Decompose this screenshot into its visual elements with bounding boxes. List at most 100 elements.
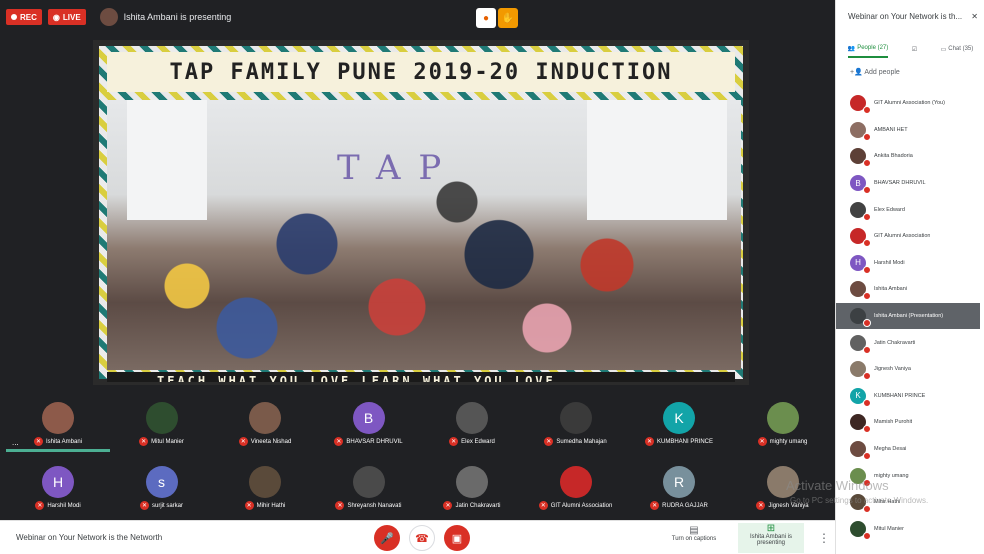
participant-tile[interactable]: ✕ Jignesh Vaniya: [731, 458, 835, 516]
mic-muted-icon: [863, 186, 871, 195]
firefox-icon[interactable]: ●: [476, 8, 496, 28]
participant-tile[interactable]: ✕ Ishita Ambani: [6, 394, 110, 452]
panel-tabs: 👥 People (27) ☑ ▭ Chat (35): [836, 40, 984, 58]
participant-list-item[interactable]: Mihir Hathi: [850, 489, 980, 516]
participant-list-item[interactable]: Ishita Ambani: [850, 276, 980, 303]
participant-name: Megha Desai: [874, 446, 907, 453]
avatar: [850, 334, 871, 354]
participant-tile[interactable]: ✕ Mitul Manier: [110, 394, 214, 452]
avatar: [456, 466, 488, 498]
people-panel: Webinar on Your Network is th... ✕ 👥 Peop…: [835, 0, 984, 554]
group-photo: TAP: [107, 100, 741, 370]
participant-list-item[interactable]: Mitul Manier: [850, 516, 980, 543]
mic-muted-icon: ✕: [335, 501, 345, 510]
participant-list-item[interactable]: Ankita Bhadoria: [850, 143, 980, 170]
tile-name-row: ✕ GIT Alumni Association: [538, 501, 612, 510]
participant-list-item[interactable]: Ishita Ambani (Presentation): [836, 302, 980, 330]
participant-list-item[interactable]: Elex Edward: [850, 196, 980, 223]
participant-list-item[interactable]: GIT Alumni Association (You): [850, 90, 980, 117]
participant-name: Harshil Modi: [47, 502, 81, 509]
present-screen-icon: ⊞: [766, 523, 776, 534]
participant-list-item[interactable]: GIT Alumni Association: [850, 223, 980, 250]
mic-muted-icon: ✕: [35, 501, 45, 510]
participant-list-item[interactable]: Jignesh Vaniya: [850, 356, 980, 383]
raise-hand-icon[interactable]: ✋: [498, 8, 518, 28]
tile-name-row: ✕ Ishita Ambani: [33, 437, 82, 446]
camera-off-button[interactable]: ▣: [444, 525, 470, 551]
add-people-button[interactable]: +👤 Add people: [850, 68, 900, 76]
tile-name-row: ✕ Sumedha Mahajan: [544, 437, 607, 446]
end-call-button[interactable]: ☎: [409, 525, 435, 551]
avatar: [850, 281, 871, 301]
mic-off-button[interactable]: 🎤: [374, 525, 400, 551]
participant-list: GIT Alumni Association (You) AMBANI HET An…: [836, 90, 980, 543]
participant-name: GIT Alumni Association (You): [874, 100, 945, 107]
people-icon: 👥: [847, 45, 856, 52]
participant-tile[interactable]: s ✕ surjit sarkar: [110, 458, 214, 516]
participant-list-item[interactable]: Jatin Chakravarti: [850, 329, 980, 356]
avatar: [559, 466, 592, 498]
avatar: [850, 201, 871, 221]
participant-name: Jignesh Vaniya: [768, 502, 809, 509]
participant-name: Sumedha Mahajan: [556, 438, 607, 445]
mic-muted-icon: ✕: [334, 437, 344, 446]
camera-off-icon: ▣: [451, 532, 463, 545]
avatar: [249, 466, 281, 498]
meeting-title[interactable]: Webinar on Your Network is the Networth: [16, 533, 162, 542]
participant-tile[interactable]: R ✕ RUDRA GAJJAR: [627, 458, 731, 516]
add-people-label: Add people: [864, 69, 900, 76]
avatar: B: [352, 402, 385, 434]
participant-list-item[interactable]: Megha Desai: [850, 436, 980, 463]
avatar: [249, 402, 281, 434]
participant-tile[interactable]: K ✕ KUMBHANI PRINCE: [627, 394, 731, 452]
participant-tile[interactable]: ✕ Sumedha Mahajan: [524, 394, 628, 452]
avatar: [145, 402, 178, 434]
participant-name: Mitul Manier: [151, 438, 184, 445]
participant-list-item[interactable]: H Harshil Modi: [850, 250, 980, 277]
live-icon: ◉: [52, 12, 60, 22]
participant-name: GIT Alumni Association: [874, 233, 931, 240]
participant-list-item[interactable]: B BHAVSAR DHRUVIL: [850, 170, 980, 197]
participant-list-item[interactable]: K KUMBHANI PRINCE: [850, 383, 980, 410]
participant-name: BHAVSAR DHRUVIL: [346, 438, 403, 445]
participant-name: Mitul Manier: [874, 525, 904, 532]
participant-list-item[interactable]: AMBANI HET: [850, 117, 980, 144]
tab-chat-label: Chat (35): [948, 46, 974, 52]
participant-tile[interactable]: ✕ Vineeta Nishad: [213, 394, 317, 452]
participant-tile[interactable]: ✕ mighty umang: [731, 394, 835, 452]
avatar: [850, 361, 871, 381]
mic-muted-icon: ✕: [449, 437, 459, 446]
presenter-avatar: [99, 8, 118, 26]
more-options-icon[interactable]: ⋮: [818, 531, 830, 545]
close-icon[interactable]: ✕: [971, 12, 978, 21]
tab-chat[interactable]: ▭ Chat (35): [941, 40, 974, 58]
mic-muted-icon: ✕: [244, 501, 254, 510]
mic-muted-icon: [863, 505, 871, 514]
avatar: H: [850, 254, 871, 274]
rec-dot-icon: [11, 14, 17, 20]
participant-name: mighty umang: [874, 472, 909, 479]
participant-tile[interactable]: ✕ GIT Alumni Association: [524, 458, 628, 516]
participant-tile[interactable]: ✕ Jatin Chakravarti: [420, 458, 524, 516]
participant-tile[interactable]: B ✕ BHAVSAR DHRUVIL: [317, 394, 421, 452]
participant-list-item[interactable]: Mamish Purohit: [850, 409, 980, 436]
mic-muted-icon: [863, 319, 871, 328]
mic-muted-icon: [863, 372, 871, 381]
presenting-label: Ishita Ambani is presenting: [749, 534, 793, 546]
participant-tile[interactable]: ✕ Mihir Hathi: [213, 458, 317, 516]
participant-list-item[interactable]: mighty umang: [850, 462, 980, 489]
captions-button[interactable]: ▤ Turn on captions: [664, 525, 724, 542]
mic-muted-icon: ✕: [33, 437, 43, 446]
presenting-button[interactable]: ⊞ Ishita Ambani is presenting: [738, 523, 804, 553]
tile-name-row: ✕ mighty umang: [757, 437, 807, 446]
presenter-text: Ishita Ambani is presenting: [123, 12, 232, 22]
participant-tile[interactable]: ✕ Shreyansh Nanavati: [317, 458, 421, 516]
tab-checklist[interactable]: ☑: [912, 40, 917, 58]
avatar: [850, 228, 871, 248]
mic-muted-icon: [863, 265, 871, 274]
participant-tile[interactable]: ✕ Elex Edward: [420, 394, 524, 452]
mic-muted-icon: [863, 345, 871, 354]
rec-badge: REC: [6, 9, 42, 25]
participant-tile[interactable]: H ✕ Harshil Modi: [6, 458, 110, 516]
tab-people[interactable]: 👥 People (27): [847, 40, 889, 58]
